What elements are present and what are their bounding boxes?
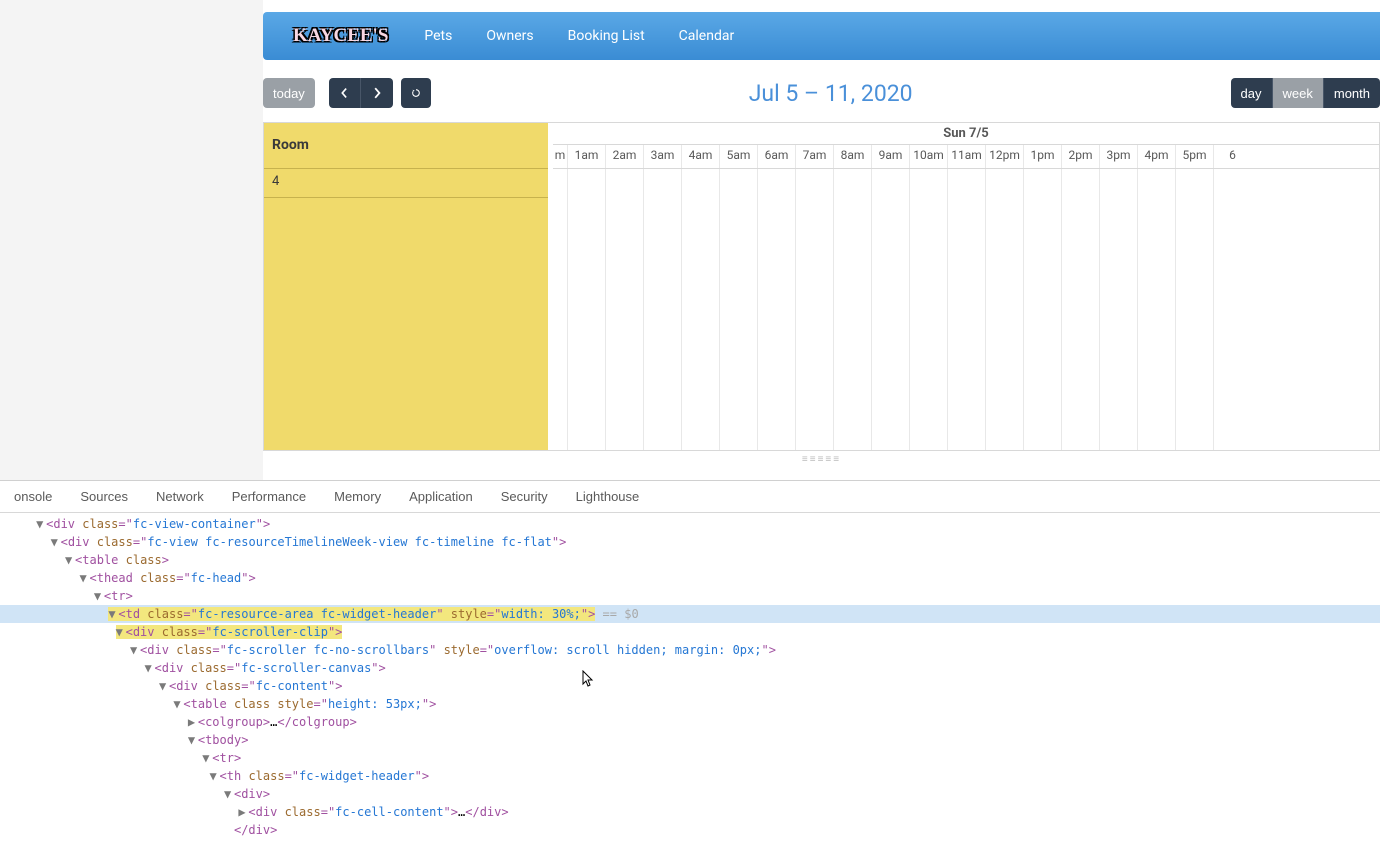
time-slot: 12pm bbox=[985, 145, 1023, 168]
time-slot: m bbox=[553, 145, 567, 168]
time-header: m 1am 2am 3am 4am 5am 6am 7am 8am 9am 10… bbox=[553, 145, 1379, 169]
calendar-grid: Room 4 Sun 7/5 m 1am 2am 3am 4am 5am 6am… bbox=[263, 122, 1380, 451]
view-month-button[interactable]: month bbox=[1324, 78, 1380, 108]
dom-node-line[interactable]: ▼<td class="fc-resource-area fc-widget-h… bbox=[0, 605, 1380, 623]
time-slot: 7am bbox=[795, 145, 833, 168]
devtools-tab-security[interactable]: Security bbox=[487, 489, 562, 504]
logo: KAYCEE'S bbox=[293, 25, 388, 47]
time-slot: 4am bbox=[681, 145, 719, 168]
next-button[interactable] bbox=[361, 78, 393, 108]
today-button[interactable]: today bbox=[263, 78, 315, 108]
devtools-tab-sources[interactable]: Sources bbox=[66, 489, 142, 504]
view-day-button[interactable]: day bbox=[1231, 78, 1273, 108]
time-slot: 1am bbox=[567, 145, 605, 168]
chevron-left-icon bbox=[339, 87, 350, 99]
dom-node-line[interactable]: ▼<div class="fc-content"> bbox=[0, 677, 1380, 695]
top-nav: KAYCEE'S Pets Owners Booking List Calend… bbox=[263, 12, 1380, 60]
dom-node-line[interactable]: ▼<table class style="height: 53px;"> bbox=[0, 695, 1380, 713]
time-slot: 8am bbox=[833, 145, 871, 168]
dom-node-line[interactable]: ▼<div class="fc-scroller-canvas"> bbox=[0, 659, 1380, 677]
dom-node-line[interactable]: </div> bbox=[0, 821, 1380, 839]
dom-node-line[interactable]: ▼<thead class="fc-head"> bbox=[0, 569, 1380, 587]
prev-button[interactable] bbox=[329, 78, 361, 108]
time-slot: 3pm bbox=[1099, 145, 1137, 168]
day-label: Sun 7/5 bbox=[553, 123, 1379, 145]
dom-node-line[interactable]: ▼<table class> bbox=[0, 551, 1380, 569]
view-week-button[interactable]: week bbox=[1273, 78, 1324, 108]
dom-node-line[interactable]: ▶<div class="fc-cell-content">…</div> bbox=[0, 803, 1380, 821]
resource-header: Room bbox=[264, 123, 548, 169]
calendar-toolbar: today Jul 5 – 11, 2020 day week month bbox=[263, 60, 1380, 122]
time-slot: 2am bbox=[605, 145, 643, 168]
time-slot: 11am bbox=[947, 145, 985, 168]
time-slot: 6am bbox=[757, 145, 795, 168]
dom-node-line[interactable]: ▼<tr> bbox=[0, 749, 1380, 767]
timeline-column: Sun 7/5 m 1am 2am 3am 4am 5am 6am 7am 8a… bbox=[553, 123, 1379, 450]
devtools-tab-application[interactable]: Application bbox=[395, 489, 487, 504]
nav-calendar[interactable]: Calendar bbox=[679, 28, 735, 44]
resource-empty-area bbox=[264, 198, 548, 450]
devtools-tab-console[interactable]: onsole bbox=[0, 489, 66, 504]
time-slot: 3am bbox=[643, 145, 681, 168]
devtools-tab-performance[interactable]: Performance bbox=[218, 489, 320, 504]
time-slot: 10am bbox=[909, 145, 947, 168]
timeline-body[interactable] bbox=[553, 169, 1379, 450]
refresh-icon bbox=[411, 87, 421, 99]
dom-node-line[interactable]: ▼<div> bbox=[0, 785, 1380, 803]
panel-resize-handle[interactable]: ≡≡≡≡≡ bbox=[263, 451, 1380, 468]
dom-node-line[interactable]: ▼<tbody> bbox=[0, 731, 1380, 749]
nav-owners[interactable]: Owners bbox=[486, 28, 533, 44]
time-slot: 1pm bbox=[1023, 145, 1061, 168]
resource-column: Room 4 bbox=[264, 123, 548, 450]
dom-node-line[interactable]: ▼<div class="fc-view fc-resourceTimeline… bbox=[0, 533, 1380, 551]
dom-node-line[interactable]: ▼<th class="fc-widget-header"> bbox=[0, 767, 1380, 785]
devtools-tab-memory[interactable]: Memory bbox=[320, 489, 395, 504]
time-slot: 4pm bbox=[1137, 145, 1175, 168]
time-slot: 5pm bbox=[1175, 145, 1213, 168]
chevron-right-icon bbox=[371, 87, 383, 99]
devtools-tab-network[interactable]: Network bbox=[142, 489, 218, 504]
time-slot: 6 bbox=[1213, 145, 1251, 168]
dom-node-line[interactable]: ▼<div class="fc-view-container"> bbox=[0, 515, 1380, 533]
dom-node-line[interactable]: ▶<colgroup>…</colgroup> bbox=[0, 713, 1380, 731]
dom-node-line[interactable]: ▼<div class="fc-scroller-clip"> bbox=[0, 623, 1380, 641]
time-slot: 5am bbox=[719, 145, 757, 168]
devtools-tabs: onsole Sources Network Performance Memor… bbox=[0, 481, 1380, 513]
resource-row[interactable]: 4 bbox=[264, 169, 548, 198]
time-slot: 2pm bbox=[1061, 145, 1099, 168]
time-slot: 9am bbox=[871, 145, 909, 168]
devtools-panel: onsole Sources Network Performance Memor… bbox=[0, 480, 1380, 856]
nav-booking-list[interactable]: Booking List bbox=[568, 28, 645, 44]
nav-pets[interactable]: Pets bbox=[424, 28, 452, 44]
refresh-button[interactable] bbox=[401, 78, 431, 108]
elements-dom-tree[interactable]: ▼<div class="fc-view-container"> ▼<div c… bbox=[0, 513, 1380, 856]
dom-node-line[interactable]: ▼<div class="fc-scroller fc-no-scrollbar… bbox=[0, 641, 1380, 659]
devtools-tab-lighthouse[interactable]: Lighthouse bbox=[562, 489, 654, 504]
dom-node-line[interactable]: ▼<tr> bbox=[0, 587, 1380, 605]
date-range-title: Jul 5 – 11, 2020 bbox=[431, 80, 1231, 107]
